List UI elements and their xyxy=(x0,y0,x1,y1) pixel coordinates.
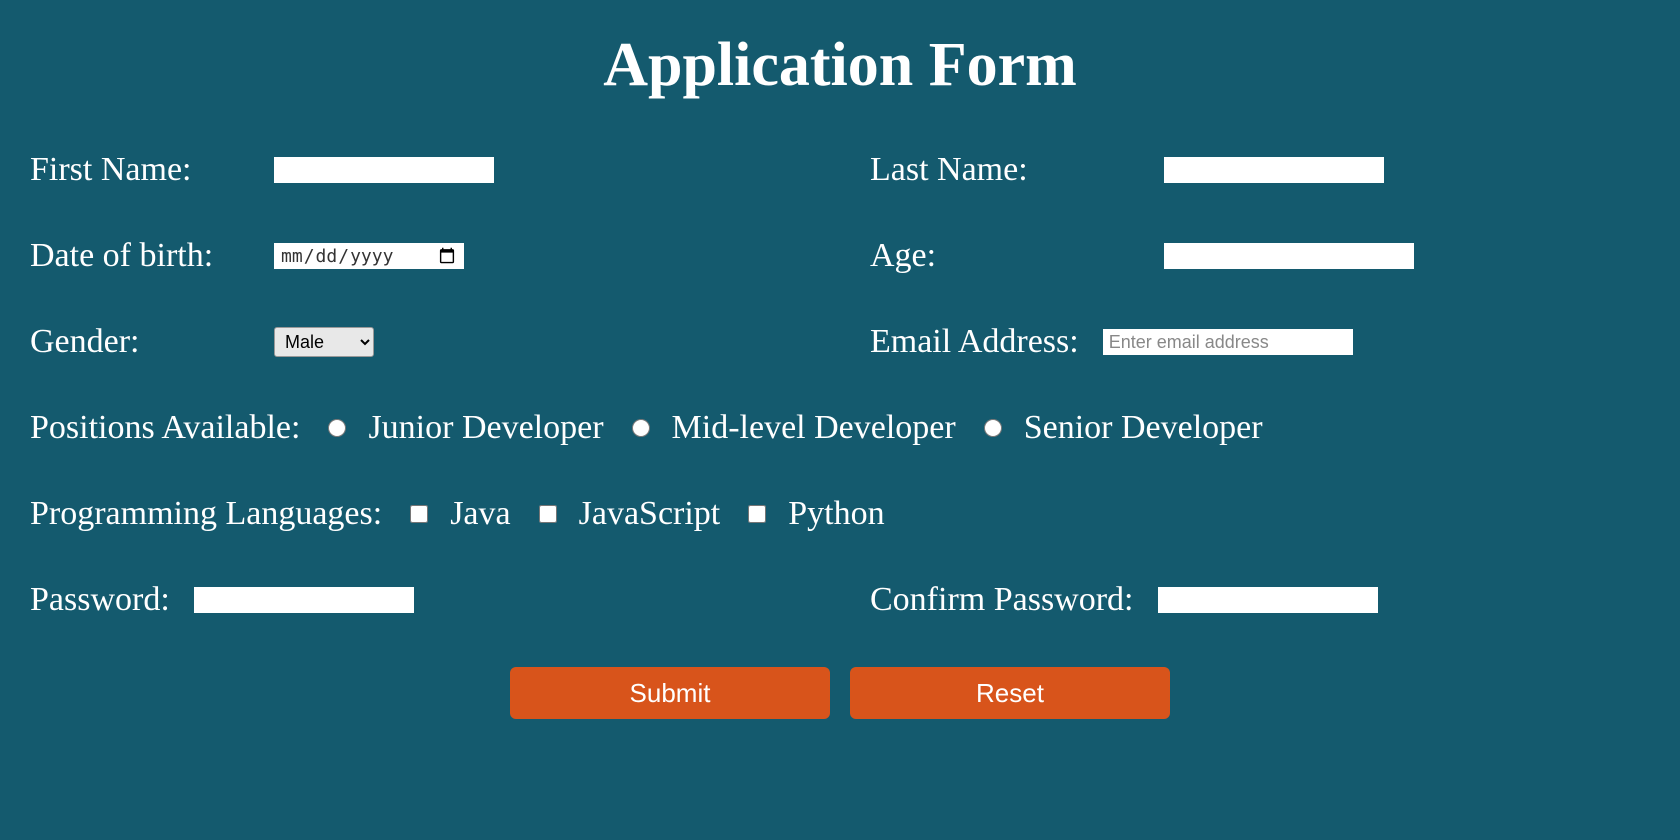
last-name-input[interactable] xyxy=(1164,157,1384,183)
password-input[interactable] xyxy=(194,587,414,613)
confirm-password-cell: Confirm Password: xyxy=(870,581,1650,619)
button-row: Submit Reset xyxy=(30,667,1650,719)
position-option-junior: Junior Developer xyxy=(368,409,603,447)
first-name-cell: First Name: xyxy=(30,151,810,189)
last-name-cell: Last Name: xyxy=(870,151,1650,189)
first-name-label: First Name: xyxy=(30,151,250,189)
email-label: Email Address: xyxy=(870,323,1079,361)
positions-row: Positions Available: Junior Developer Mi… xyxy=(30,409,1650,447)
page-title: Application Form xyxy=(30,30,1650,101)
first-name-input[interactable] xyxy=(274,157,494,183)
age-input[interactable] xyxy=(1164,243,1414,269)
position-radio-senior[interactable] xyxy=(984,419,1002,437)
email-input[interactable] xyxy=(1103,329,1353,355)
language-checkbox-java[interactable] xyxy=(410,505,428,523)
language-option-python: Python xyxy=(788,495,884,533)
gender-label: Gender: xyxy=(30,323,250,361)
password-cell: Password: xyxy=(30,581,810,619)
reset-button[interactable]: Reset xyxy=(850,667,1170,719)
dob-input[interactable] xyxy=(274,243,464,269)
position-radio-mid[interactable] xyxy=(632,419,650,437)
positions-label: Positions Available: xyxy=(30,409,300,447)
email-cell: Email Address: xyxy=(870,323,1650,361)
submit-button[interactable]: Submit xyxy=(510,667,830,719)
languages-label: Programming Languages: xyxy=(30,495,382,533)
confirm-password-input[interactable] xyxy=(1158,587,1378,613)
age-label: Age: xyxy=(870,237,1140,275)
dob-cell: Date of birth: xyxy=(30,237,810,275)
language-option-javascript: JavaScript xyxy=(579,495,721,533)
languages-row: Programming Languages: Java JavaScript P… xyxy=(30,495,1650,533)
position-option-senior: Senior Developer xyxy=(1024,409,1263,447)
position-option-mid: Mid-level Developer xyxy=(672,409,956,447)
last-name-label: Last Name: xyxy=(870,151,1140,189)
gender-cell: Gender: Male xyxy=(30,323,810,361)
position-radio-junior[interactable] xyxy=(328,419,346,437)
confirm-password-label: Confirm Password: xyxy=(870,581,1134,619)
dob-label: Date of birth: xyxy=(30,237,250,275)
age-cell: Age: xyxy=(870,237,1650,275)
gender-select[interactable]: Male xyxy=(274,327,374,357)
password-label: Password: xyxy=(30,581,170,619)
language-checkbox-python[interactable] xyxy=(748,505,766,523)
language-option-java: Java xyxy=(450,495,510,533)
language-checkbox-javascript[interactable] xyxy=(539,505,557,523)
